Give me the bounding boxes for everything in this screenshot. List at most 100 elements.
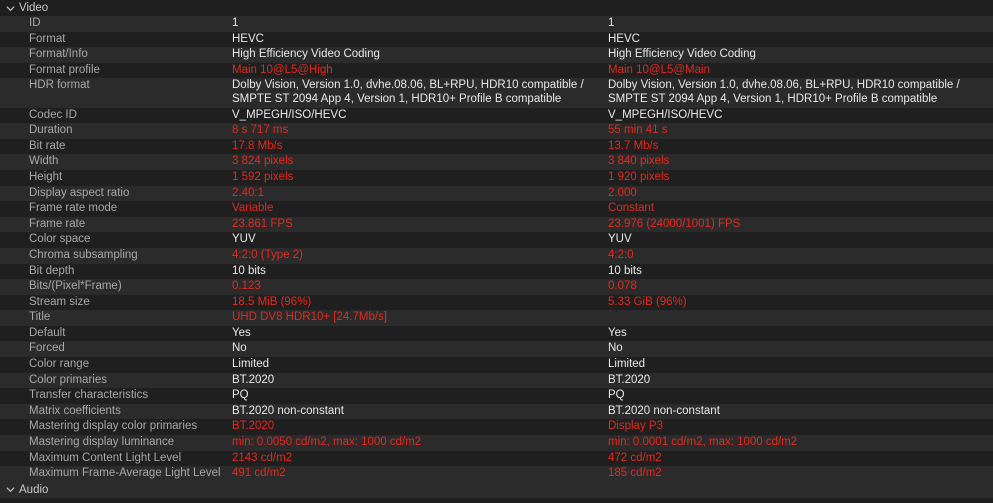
- value-file-1: 1 592 pixels: [232, 170, 294, 183]
- row-label: Mastering display luminance: [29, 436, 175, 449]
- row-label: Bits/(Pixel*Frame): [29, 280, 122, 293]
- value-file-1: min: 0.0050 cd/m2, max: 1000 cd/m2: [232, 436, 422, 449]
- value-file-2: 55 min 41 s: [608, 124, 668, 137]
- value-file-1: Limited: [232, 358, 270, 371]
- row-label: Color space: [29, 233, 91, 246]
- value-file-2: min: 0.0001 cd/m2, max: 1000 cd/m2: [608, 436, 798, 449]
- value-file-2: High Efficiency Video Coding: [608, 48, 756, 61]
- row-label: Transfer characteristics: [29, 389, 149, 402]
- row-label: Matrix coefficients: [29, 404, 121, 417]
- table-row[interactable]: Bits/(Pixel*Frame) 0.123 0.078: [0, 279, 993, 295]
- row-label: Title: [29, 311, 51, 324]
- table-row[interactable]: Color space YUV YUV: [0, 232, 993, 248]
- row-label: Forced: [29, 342, 65, 355]
- table-row[interactable]: Duration 8 s 717 ms 55 min 41 s: [0, 123, 993, 139]
- table-row[interactable]: Maximum Frame-Average Light Level 491 cd/…: [0, 466, 993, 482]
- row-label: Bit rate: [29, 139, 66, 152]
- chevron-down-icon[interactable]: [4, 4, 16, 13]
- table-row[interactable]: Mastering display color primaries BT.2020…: [0, 419, 993, 436]
- row-label: Frame rate: [29, 217, 86, 230]
- table-row[interactable]: Color primaries BT.2020 BT.2020: [0, 372, 993, 389]
- table-row[interactable]: Title UHD DV8 HDR10+ [24.7Mb/s]: [0, 310, 993, 326]
- row-label: Duration: [29, 124, 73, 137]
- row-label: Maximum Content Light Level: [29, 451, 182, 464]
- value-file-1: No: [232, 342, 247, 355]
- row-label: Height: [29, 170, 63, 183]
- value-file-2: Display P3: [608, 420, 663, 433]
- value-file-1: High Efficiency Video Coding: [232, 48, 380, 61]
- value-file-1: 1: [232, 17, 239, 29]
- row-label: Frame rate mode: [29, 202, 118, 215]
- value-file-1: Variable: [232, 202, 274, 215]
- value-file-2: 0.078: [608, 280, 637, 293]
- row-label: Stream size: [29, 295, 90, 308]
- table-row[interactable]: Bit depth 10 bits 10 bits: [0, 263, 993, 280]
- table-row[interactable]: Format profile Main 10@L5@High Main 10@L5@…: [0, 62, 993, 79]
- value-file-1: 18.5 MiB (96%): [232, 295, 312, 308]
- table-row[interactable]: Forced No No: [0, 341, 993, 358]
- table-row[interactable]: Frame rate mode Variable Constant: [0, 201, 993, 217]
- row-label: Chroma subsampling: [29, 248, 138, 261]
- value-file-2: [608, 310, 993, 326]
- value-file-1: 8 s 717 ms: [232, 124, 289, 137]
- value-file-2: HEVC: [608, 32, 640, 45]
- table-row[interactable]: HDR format Dolby Vision, Version 1.0, dvh…: [0, 78, 993, 108]
- row-label: HDR format: [29, 79, 90, 92]
- row-label: Format/Info: [29, 48, 88, 61]
- table-row[interactable]: Height 1 592 pixels 1 920 pixels: [0, 169, 993, 186]
- table-row[interactable]: Bit rate 17.8 Mb/s 13.7 Mb/s: [0, 138, 993, 155]
- value-file-2: 23.976 (24000/1001) FPS: [608, 217, 741, 230]
- section-title-video: Video: [19, 2, 49, 14]
- value-file-2: 2.000: [608, 186, 637, 199]
- value-file-1: BT.2020: [232, 420, 275, 433]
- value-file-1: Main 10@L5@High: [232, 63, 333, 76]
- section-title-audio: Audio: [19, 483, 49, 496]
- table-row[interactable]: Matrix coefficients BT.2020 non-constant B…: [0, 403, 993, 420]
- value-file-2: Constant: [608, 202, 655, 215]
- value-file-2: 13.7 Mb/s: [608, 139, 659, 152]
- audio-section-header[interactable]: Audio: [0, 481, 993, 498]
- row-label: Mastering display color primaries: [29, 420, 198, 433]
- table-row[interactable]: Stream size 18.5 MiB (96%) 5.33 GiB (96%): [0, 294, 993, 311]
- table-row[interactable]: Codec ID V_MPEGH/ISO/HEVC V_MPEGH/ISO/HEVC: [0, 107, 993, 124]
- row-label: Color primaries: [29, 373, 107, 386]
- value-file-2: V_MPEGH/ISO/HEVC: [608, 108, 723, 121]
- table-row[interactable]: Width 3 824 pixels 3 840 pixels: [0, 154, 993, 170]
- value-file-1: UHD DV8 HDR10+ [24.7Mb/s]: [232, 311, 387, 324]
- value-file-2: YUV: [608, 233, 632, 246]
- value-file-1: 4:2:0 (Type 2): [232, 248, 303, 261]
- table-row[interactable]: ID 1 1: [0, 16, 993, 32]
- table-row[interactable]: Maximum Content Light Level 2143 cd/m2 472…: [0, 450, 993, 467]
- value-file-2: 1: [608, 17, 615, 29]
- table-row[interactable]: Default Yes Yes: [0, 325, 993, 342]
- row-label: Format profile: [29, 63, 100, 76]
- value-file-1: 10 bits: [232, 264, 266, 277]
- value-file-2: Limited: [608, 358, 646, 371]
- value-file-2: No: [608, 342, 623, 355]
- table-row[interactable]: Frame rate 23.861 FPS 23.976 (24000/1001) …: [0, 216, 993, 233]
- value-file-1: 2143 cd/m2: [232, 451, 293, 464]
- row-label: Display aspect ratio: [29, 186, 130, 199]
- chevron-down-icon[interactable]: [4, 485, 16, 494]
- row-label: Codec ID: [29, 108, 77, 121]
- row-label: Format: [29, 32, 66, 45]
- value-file-2: 3 840 pixels: [608, 155, 670, 168]
- value-file-2: 4:2:0: [608, 248, 634, 261]
- table-row[interactable]: Format HEVC HEVC: [0, 31, 993, 48]
- value-file-1: PQ: [232, 389, 249, 402]
- comparison-table: ID 1 1 Format HEVC HEVC Format/Info High Effici…: [0, 16, 993, 482]
- value-file-1: 491 cd/m2: [232, 467, 286, 480]
- table-row[interactable]: Transfer characteristics PQ PQ: [0, 388, 993, 404]
- table-row[interactable]: Chroma subsampling 4:2:0 (Type 2) 4:2:0: [0, 247, 993, 264]
- value-file-2: 1 920 pixels: [608, 170, 670, 183]
- value-file-1: 23.861 FPS: [232, 217, 293, 230]
- table-row[interactable]: Display aspect ratio 2.40:1 2.000: [0, 185, 993, 202]
- value-file-2: Main 10@L5@Main: [608, 63, 710, 76]
- row-label: Maximum Frame-Average Light Level: [29, 467, 221, 480]
- table-row[interactable]: Color range Limited Limited: [0, 357, 993, 373]
- value-file-1: 2.40:1: [232, 186, 264, 199]
- video-section-header[interactable]: Video: [0, 0, 993, 16]
- table-row[interactable]: Format/Info High Efficiency Video Coding H…: [0, 47, 993, 63]
- value-file-2: 10 bits: [608, 264, 642, 277]
- table-row[interactable]: Mastering display luminance min: 0.0050 c…: [0, 435, 993, 451]
